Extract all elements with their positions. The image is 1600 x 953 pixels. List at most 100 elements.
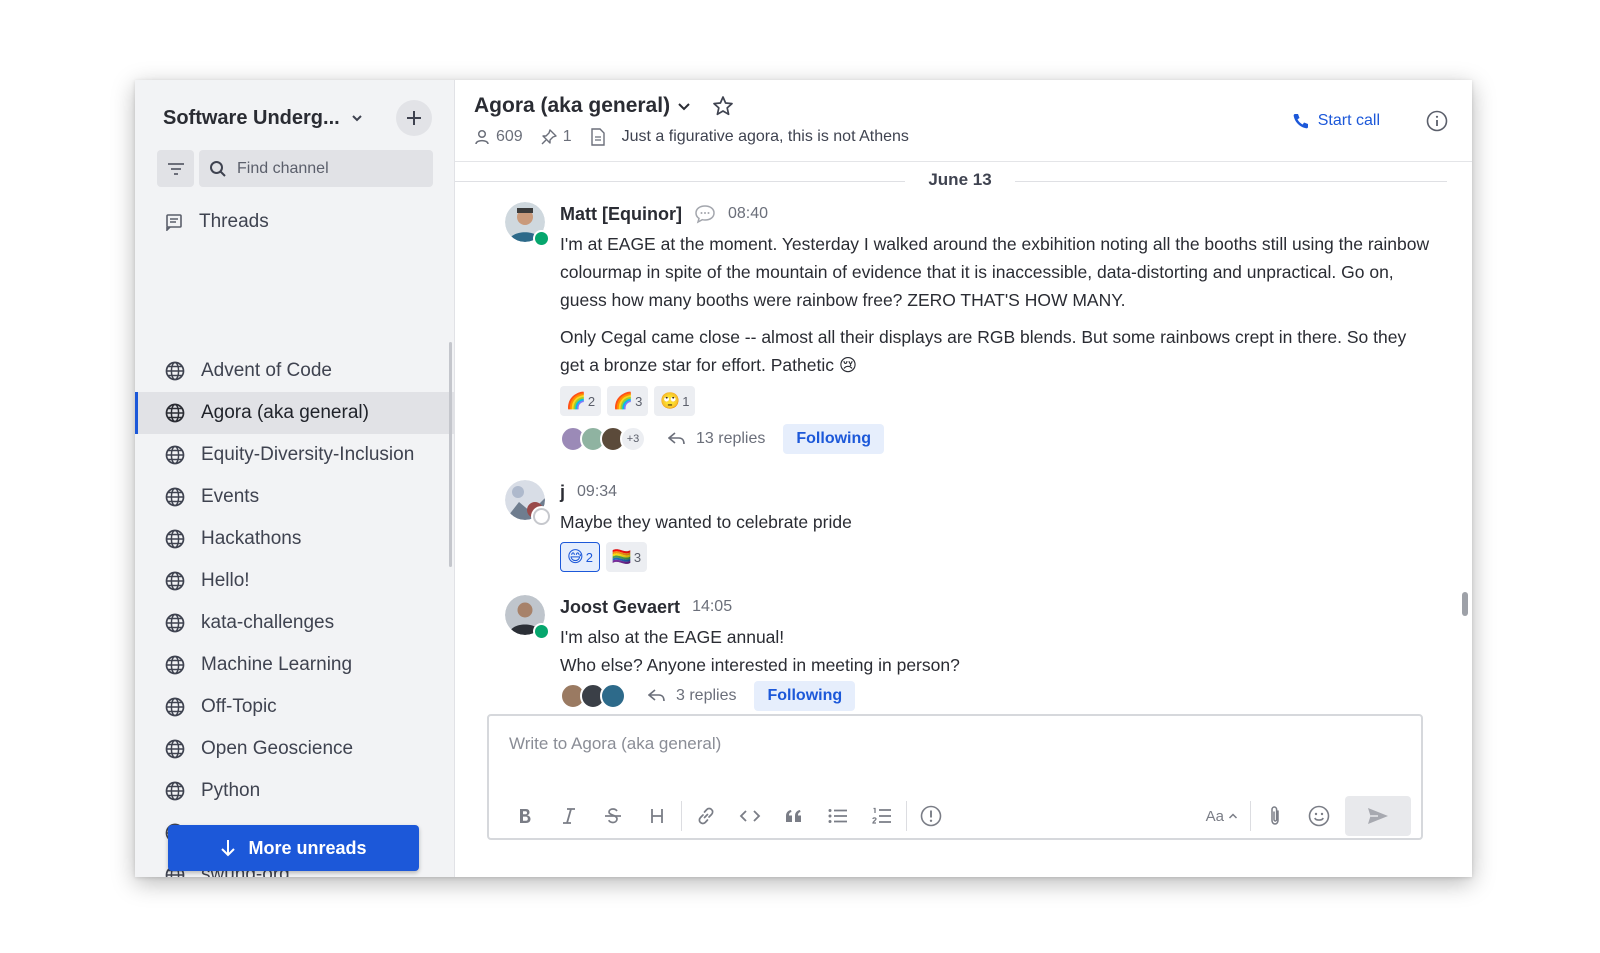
bulleted-list-icon xyxy=(828,809,847,823)
attach-button[interactable] xyxy=(1253,798,1297,834)
replies-count: 3 replies xyxy=(676,687,737,704)
post-time[interactable]: 09:34 xyxy=(577,483,617,501)
start-call-button[interactable]: Start call xyxy=(1292,112,1380,130)
reaction-count: 2 xyxy=(587,393,596,409)
sidebar-scrollbar[interactable] xyxy=(449,342,452,567)
more-unreads-button[interactable]: More unreads xyxy=(168,825,419,871)
sidebar-item-python[interactable]: Python xyxy=(135,770,454,812)
reaction[interactable]: 🌈 3 xyxy=(607,386,649,416)
sidebar-item-machine-learning[interactable]: Machine Learning xyxy=(135,644,454,686)
channel-meta: 609 1 Just a figurative agora, this is n… xyxy=(474,128,927,146)
strikethrough-button[interactable] xyxy=(591,798,635,834)
info-icon[interactable] xyxy=(1426,110,1448,132)
reaction-count: 3 xyxy=(635,393,643,409)
priority-button[interactable] xyxy=(909,798,953,834)
post-author[interactable]: j xyxy=(560,482,565,503)
sidebar-item-events[interactable]: Events xyxy=(135,476,454,518)
sidebar-item-open-geoscience[interactable]: Open Geoscience xyxy=(135,728,454,770)
post[interactable]: Matt [Equinor] 08:40 I'm at EAGE at the … xyxy=(505,202,1445,462)
member-count[interactable]: 609 xyxy=(474,128,523,146)
post-author[interactable]: Joost Gevaert xyxy=(560,597,680,618)
smiley-icon xyxy=(1308,805,1330,827)
numbered-list-button[interactable] xyxy=(860,798,904,834)
following-button[interactable]: Following xyxy=(754,681,856,711)
sidebar-item-agora[interactable]: Agora (aka general) xyxy=(135,392,454,434)
status-offline-icon xyxy=(533,508,550,525)
italic-icon xyxy=(563,808,575,824)
find-channel-box[interactable] xyxy=(199,150,433,187)
sidebar-item-hackathons[interactable]: Hackathons xyxy=(135,518,454,560)
filter-button[interactable] xyxy=(157,150,194,187)
messages-scrollbar[interactable] xyxy=(1462,592,1468,616)
team-header[interactable]: Software Underg... xyxy=(163,100,434,136)
reaction[interactable]: 😅 2 xyxy=(560,542,600,572)
toolbar-divider xyxy=(1250,801,1251,831)
pinned-count[interactable]: 1 xyxy=(541,128,572,146)
pin-icon xyxy=(541,129,557,145)
participants-more: +3 xyxy=(620,426,646,452)
sidebar-item-kata-challenges[interactable]: kata-challenges xyxy=(135,602,454,644)
following-button[interactable]: Following xyxy=(783,424,885,454)
post-header: Matt [Equinor] 08:40 xyxy=(560,202,768,226)
globe-icon xyxy=(165,529,185,549)
quote-button[interactable] xyxy=(772,798,816,834)
emoji-button[interactable] xyxy=(1297,798,1341,834)
reaction-emoji: 😅 xyxy=(567,549,584,566)
status-online-icon xyxy=(533,623,550,640)
replies-button[interactable]: 3 replies xyxy=(648,687,736,705)
sidebar-item-off-topic[interactable]: Off-Topic xyxy=(135,686,454,728)
date-separator: June 13 xyxy=(455,170,1472,192)
post[interactable]: Joost Gevaert 14:05 I'm also at the EAGE… xyxy=(505,595,1445,711)
reaction[interactable]: 🙄 1 xyxy=(654,386,696,416)
heading-button[interactable] xyxy=(635,798,679,834)
message-input[interactable] xyxy=(509,734,1389,764)
channel-label: Open Geoscience xyxy=(201,738,354,759)
link-button[interactable] xyxy=(684,798,728,834)
formatting-toggle-button[interactable]: Aa xyxy=(1196,808,1248,825)
participant-avatars[interactable]: +3 xyxy=(560,426,646,452)
globe-icon xyxy=(165,697,185,717)
code-button[interactable] xyxy=(728,798,772,834)
status-online-icon xyxy=(533,230,550,247)
send-button[interactable] xyxy=(1345,796,1411,836)
arrow-down-icon xyxy=(221,840,236,857)
team-name[interactable]: Software Underg... xyxy=(163,107,340,130)
bulleted-list-button[interactable] xyxy=(816,798,860,834)
post-message-paragraph: Only Cegal came close -- almost all thei… xyxy=(560,327,1407,375)
sidebar-item-equity-diversity-inclusion[interactable]: Equity-Diversity-Inclusion xyxy=(135,434,454,476)
channel-label: Hackathons xyxy=(201,528,302,549)
chevron-down-icon[interactable] xyxy=(350,111,364,125)
replies-button[interactable]: 13 replies xyxy=(668,430,765,448)
bold-button[interactable] xyxy=(503,798,547,834)
post[interactable]: j 09:34 Maybe they wanted to celebrate p… xyxy=(505,480,1445,580)
find-channel-input[interactable] xyxy=(237,159,417,178)
search-icon xyxy=(210,160,226,177)
sidebar-item-threads[interactable]: Threads xyxy=(135,202,454,242)
italic-button[interactable] xyxy=(547,798,591,834)
sidebar-item-hello[interactable]: Hello! xyxy=(135,560,454,602)
post-author[interactable]: Matt [Equinor] xyxy=(560,204,682,225)
reaction[interactable]: 🌈 2 xyxy=(560,386,602,416)
post-time[interactable]: 08:40 xyxy=(728,205,768,223)
add-channel-button[interactable] xyxy=(396,100,432,136)
toolbar-divider xyxy=(906,801,907,831)
channel-purpose: Just a figurative agora, this is not Ath… xyxy=(590,128,909,146)
post-header: j 09:34 xyxy=(560,480,617,504)
alert-circle-icon xyxy=(920,805,942,827)
participant-avatars[interactable] xyxy=(560,683,626,709)
star-icon[interactable] xyxy=(712,95,734,117)
chevron-down-icon[interactable] xyxy=(676,99,692,113)
sidebar-item-advent-of-code[interactable]: Advent of Code xyxy=(135,350,454,392)
post-message-paragraph: Who else? Anyone interested in meeting i… xyxy=(560,655,960,675)
globe-icon xyxy=(165,739,185,759)
channel-title-row[interactable]: Agora (aka general) xyxy=(474,94,734,118)
paperclip-icon xyxy=(1271,806,1279,825)
comment-icon[interactable] xyxy=(694,204,716,224)
post-time[interactable]: 14:05 xyxy=(692,598,732,616)
toolbar-divider xyxy=(681,801,682,831)
reaction[interactable]: 🏳️‍🌈 3 xyxy=(605,542,648,572)
channel-title[interactable]: Agora (aka general) xyxy=(474,94,670,118)
post-message-paragraph: Maybe they wanted to celebrate pride xyxy=(560,512,852,532)
member-icon xyxy=(475,129,489,145)
quote-icon xyxy=(786,810,801,822)
